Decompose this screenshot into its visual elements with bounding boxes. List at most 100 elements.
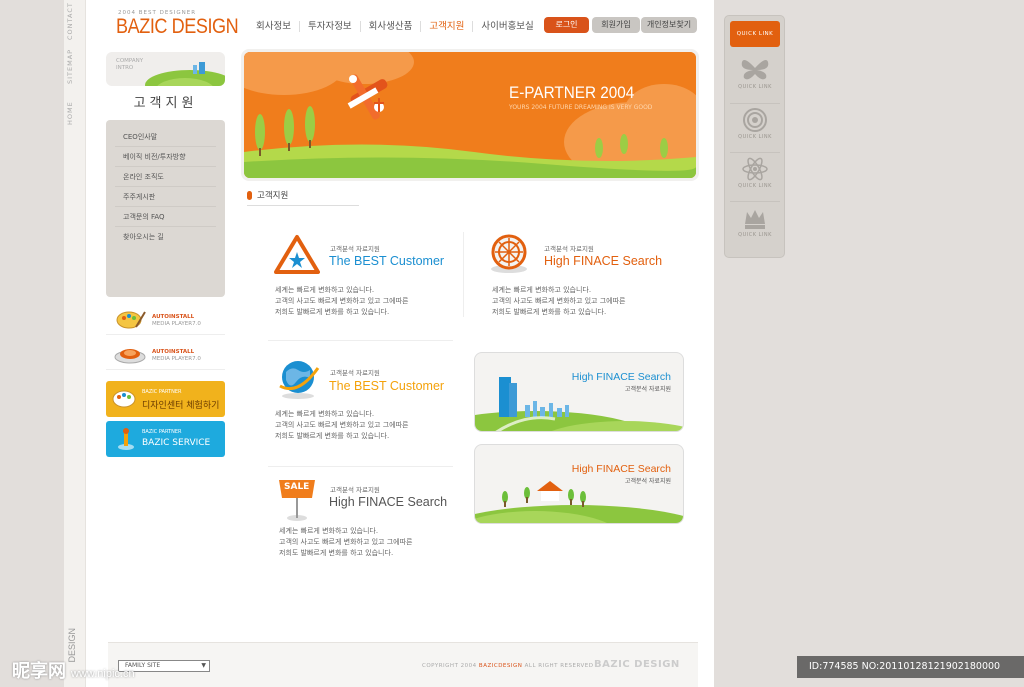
- disc-icon: [114, 349, 146, 364]
- block-body: 세계는 빠르게 변화하고 있습니다. 고객의 사고도 빠르게 변화하고 있고 그…: [275, 285, 409, 318]
- banner-main-text: BAZIC SERVICE: [142, 438, 211, 448]
- block-line: 세계는 빠르게 변화하고 있습니다.: [275, 410, 375, 418]
- block-sub: 고객분석 자료지원: [544, 245, 594, 253]
- watermark-sub: www.nipic.cn: [71, 668, 135, 680]
- join-button[interactable]: 회원가입: [592, 17, 640, 33]
- copyright-brand: BAZICDESIGN: [478, 663, 523, 669]
- content-block: 고객분석 자료지원 The BEST Customer 세계는 빠르게 변화하고…: [268, 230, 458, 320]
- block-body: 세계는 빠르게 변화하고 있습니다. 고객의 사고도 빠르게 변화하고 있고 그…: [492, 285, 626, 318]
- side-menu-item[interactable]: 주주게시판: [115, 187, 216, 207]
- find-info-button[interactable]: 개인정보찾기: [641, 17, 697, 33]
- crown-icon: [745, 210, 765, 229]
- block-title[interactable]: The BEST Customer: [329, 379, 444, 393]
- block-sub: 고객분석 자료지원: [330, 245, 380, 253]
- block-sub: 고객분석 자료지원: [330, 369, 380, 377]
- side-menu-item[interactable]: 고객문의 FAQ: [115, 207, 216, 227]
- quick-link-label: QUICK LINK: [738, 183, 772, 189]
- hero-text-layer: E-PARTNER 2004 YOURS 2004 FUTURE DREAMIN…: [241, 49, 699, 181]
- block-line: 저희도 발빠르게 변화를 하고 있습니다.: [279, 549, 394, 557]
- copyright: COPYRIGHT 2004 BAZICDESIGN ALL RIGHT RES…: [422, 663, 593, 669]
- side-menu-item[interactable]: 베이직 비전/투자방향: [115, 147, 216, 167]
- chevron-down-icon: ▼: [201, 662, 206, 669]
- block-title[interactable]: The BEST Customer: [329, 254, 444, 268]
- login-button[interactable]: 로그인: [544, 17, 589, 33]
- nav-item-company[interactable]: 회사정보: [248, 20, 300, 32]
- vertical-nav: CONTACT SITEMAP HOME: [66, 2, 84, 142]
- sale-label: SALE: [284, 482, 310, 492]
- quick-link-panel: QUICK LINK QUICK LINK QUICK LINK QUICK L…: [724, 15, 785, 258]
- copyright-suffix: ALL RIGHT RESERVED: [522, 663, 594, 669]
- content-block: SALE 고객분석 자료지원 High FINACE Search 세계는 빠르…: [268, 474, 458, 564]
- quick-link-header[interactable]: QUICK LINK: [730, 21, 780, 47]
- quick-link-label: QUICK LINK: [738, 134, 772, 140]
- block-line: 고객의 사고도 빠르게 변화하고 있고 그에따른: [492, 297, 626, 305]
- breadcrumb: 고객지원: [247, 189, 288, 201]
- footer: FAMILY SITE ▼ COPYRIGHT 2004 BAZICDESIGN …: [108, 642, 698, 687]
- autoinstall-link[interactable]: AUTOINSTALL MEDIA PLAYER7.0: [106, 305, 225, 335]
- image-id-bar: ID:774585 NO:20110128121902180000: [797, 656, 1024, 678]
- block-sub: 고객분석 자료지원: [330, 486, 380, 494]
- vertical-nav-contact[interactable]: CONTACT: [66, 2, 74, 40]
- hero-subtitle: YOURS 2004 FUTURE DREAMING IS VERY GOOD: [509, 104, 653, 111]
- side-menu: CEO인사말 베이직 비전/투자방향 온라인 조직도 주주게시판 고객문의 FA…: [106, 120, 225, 297]
- block-line: 저희도 발빠르게 변화를 하고 있습니다.: [492, 308, 607, 316]
- block-line: 세계는 빠르게 변화하고 있습니다.: [492, 286, 592, 294]
- watermark: 昵享网 www.nipic.cn: [12, 657, 135, 683]
- side-menu-item[interactable]: 찾아오시는 길: [115, 227, 216, 247]
- block-line: 저희도 발빠르게 변화를 하고 있습니다.: [275, 432, 390, 440]
- bullet-icon: [247, 191, 252, 200]
- breadcrumb-text: 고객지원: [257, 191, 289, 201]
- block-line: 세계는 빠르게 변화하고 있습니다.: [279, 527, 379, 535]
- nav-item-products[interactable]: 회사생산품: [361, 20, 422, 32]
- card-title: High FINACE Search: [571, 371, 671, 383]
- footer-logo: BAZIC DESIGN: [594, 659, 680, 670]
- banner-main-text: 디자인센터 체험하기: [142, 401, 220, 411]
- pin-icon: [118, 428, 134, 450]
- block-body: 세계는 빠르게 변화하고 있습니다. 고객의 사고도 빠르게 변화하고 있고 그…: [279, 526, 413, 559]
- intro-line2: INTRO: [116, 65, 134, 71]
- block-body: 세계는 빠르게 변화하고 있습니다. 고객의 사고도 빠르게 변화하고 있고 그…: [275, 409, 409, 442]
- quick-link-item[interactable]: QUICK LINK: [730, 152, 780, 196]
- block-title[interactable]: High FINACE Search: [544, 254, 662, 268]
- divider: [268, 466, 453, 467]
- quick-link-item[interactable]: QUICK LINK: [730, 54, 780, 98]
- globe-icon: [279, 361, 320, 399]
- copyright-prefix: COPYRIGHT 2004: [422, 663, 479, 669]
- logo[interactable]: BAZIC DESIGN: [116, 15, 239, 39]
- palette-icon: [112, 390, 136, 408]
- block-title[interactable]: High FINACE Search: [329, 495, 447, 509]
- company-intro-banner: COMPANY INTRO: [106, 52, 225, 86]
- vertical-nav-sitemap[interactable]: SITEMAP: [66, 49, 74, 84]
- quick-link-item[interactable]: QUICK LINK: [730, 103, 780, 147]
- side-menu-item[interactable]: CEO인사말: [115, 127, 216, 147]
- warning-star-icon: [274, 235, 320, 274]
- nav-item-pr[interactable]: 사이버홍보실: [473, 21, 541, 32]
- card-sub: 고객분석 자료지원: [624, 386, 671, 393]
- banner-small-text: BAZIC PARTNER: [142, 389, 182, 395]
- quick-link-label: QUICK LINK: [738, 232, 772, 238]
- bazic-service-banner[interactable]: BAZIC PARTNER BAZIC SERVICE: [106, 421, 225, 457]
- autoinstall-sub: MEDIA PLAYER7.0: [152, 356, 201, 362]
- palette-icon: [116, 311, 146, 329]
- block-line: 저희도 발빠르게 변화를 하고 있습니다.: [275, 308, 390, 316]
- content-block: 고객분석 자료지원 High FINACE Search 세계는 빠르게 변화하…: [486, 230, 686, 320]
- section-title: 고객지원: [133, 96, 198, 111]
- divider: [463, 232, 464, 317]
- finance-card[interactable]: High FINACE Search 고객분석 자료지원: [474, 352, 684, 432]
- block-line: 고객의 사고도 빠르게 변화하고 있고 그에따른: [279, 538, 413, 546]
- quick-link-item[interactable]: QUICK LINK: [730, 201, 780, 245]
- side-menu-item[interactable]: 온라인 조직도: [115, 167, 216, 187]
- card-title: High FINACE Search: [571, 463, 671, 475]
- building-shape: [193, 65, 197, 74]
- nav-item-investor[interactable]: 투자자정보: [300, 20, 361, 32]
- block-line: 세계는 빠르게 변화하고 있습니다.: [275, 286, 375, 294]
- finance-card[interactable]: High FINACE Search 고객분석 자료지원: [474, 444, 684, 524]
- vertical-nav-home[interactable]: HOME: [66, 98, 74, 128]
- block-line: 고객의 사고도 빠르게 변화하고 있고 그에따른: [275, 297, 409, 305]
- building-shape: [199, 62, 205, 74]
- globe-target-icon: [491, 234, 527, 273]
- design-center-banner[interactable]: BAZIC PARTNER 디자인센터 체험하기: [106, 381, 225, 417]
- autoinstall-link[interactable]: AUTOINSTALL MEDIA PLAYER7.0: [106, 340, 225, 370]
- intro-text: COMPANY INTRO: [116, 58, 143, 72]
- nav-item-support[interactable]: 고객지원: [421, 20, 474, 32]
